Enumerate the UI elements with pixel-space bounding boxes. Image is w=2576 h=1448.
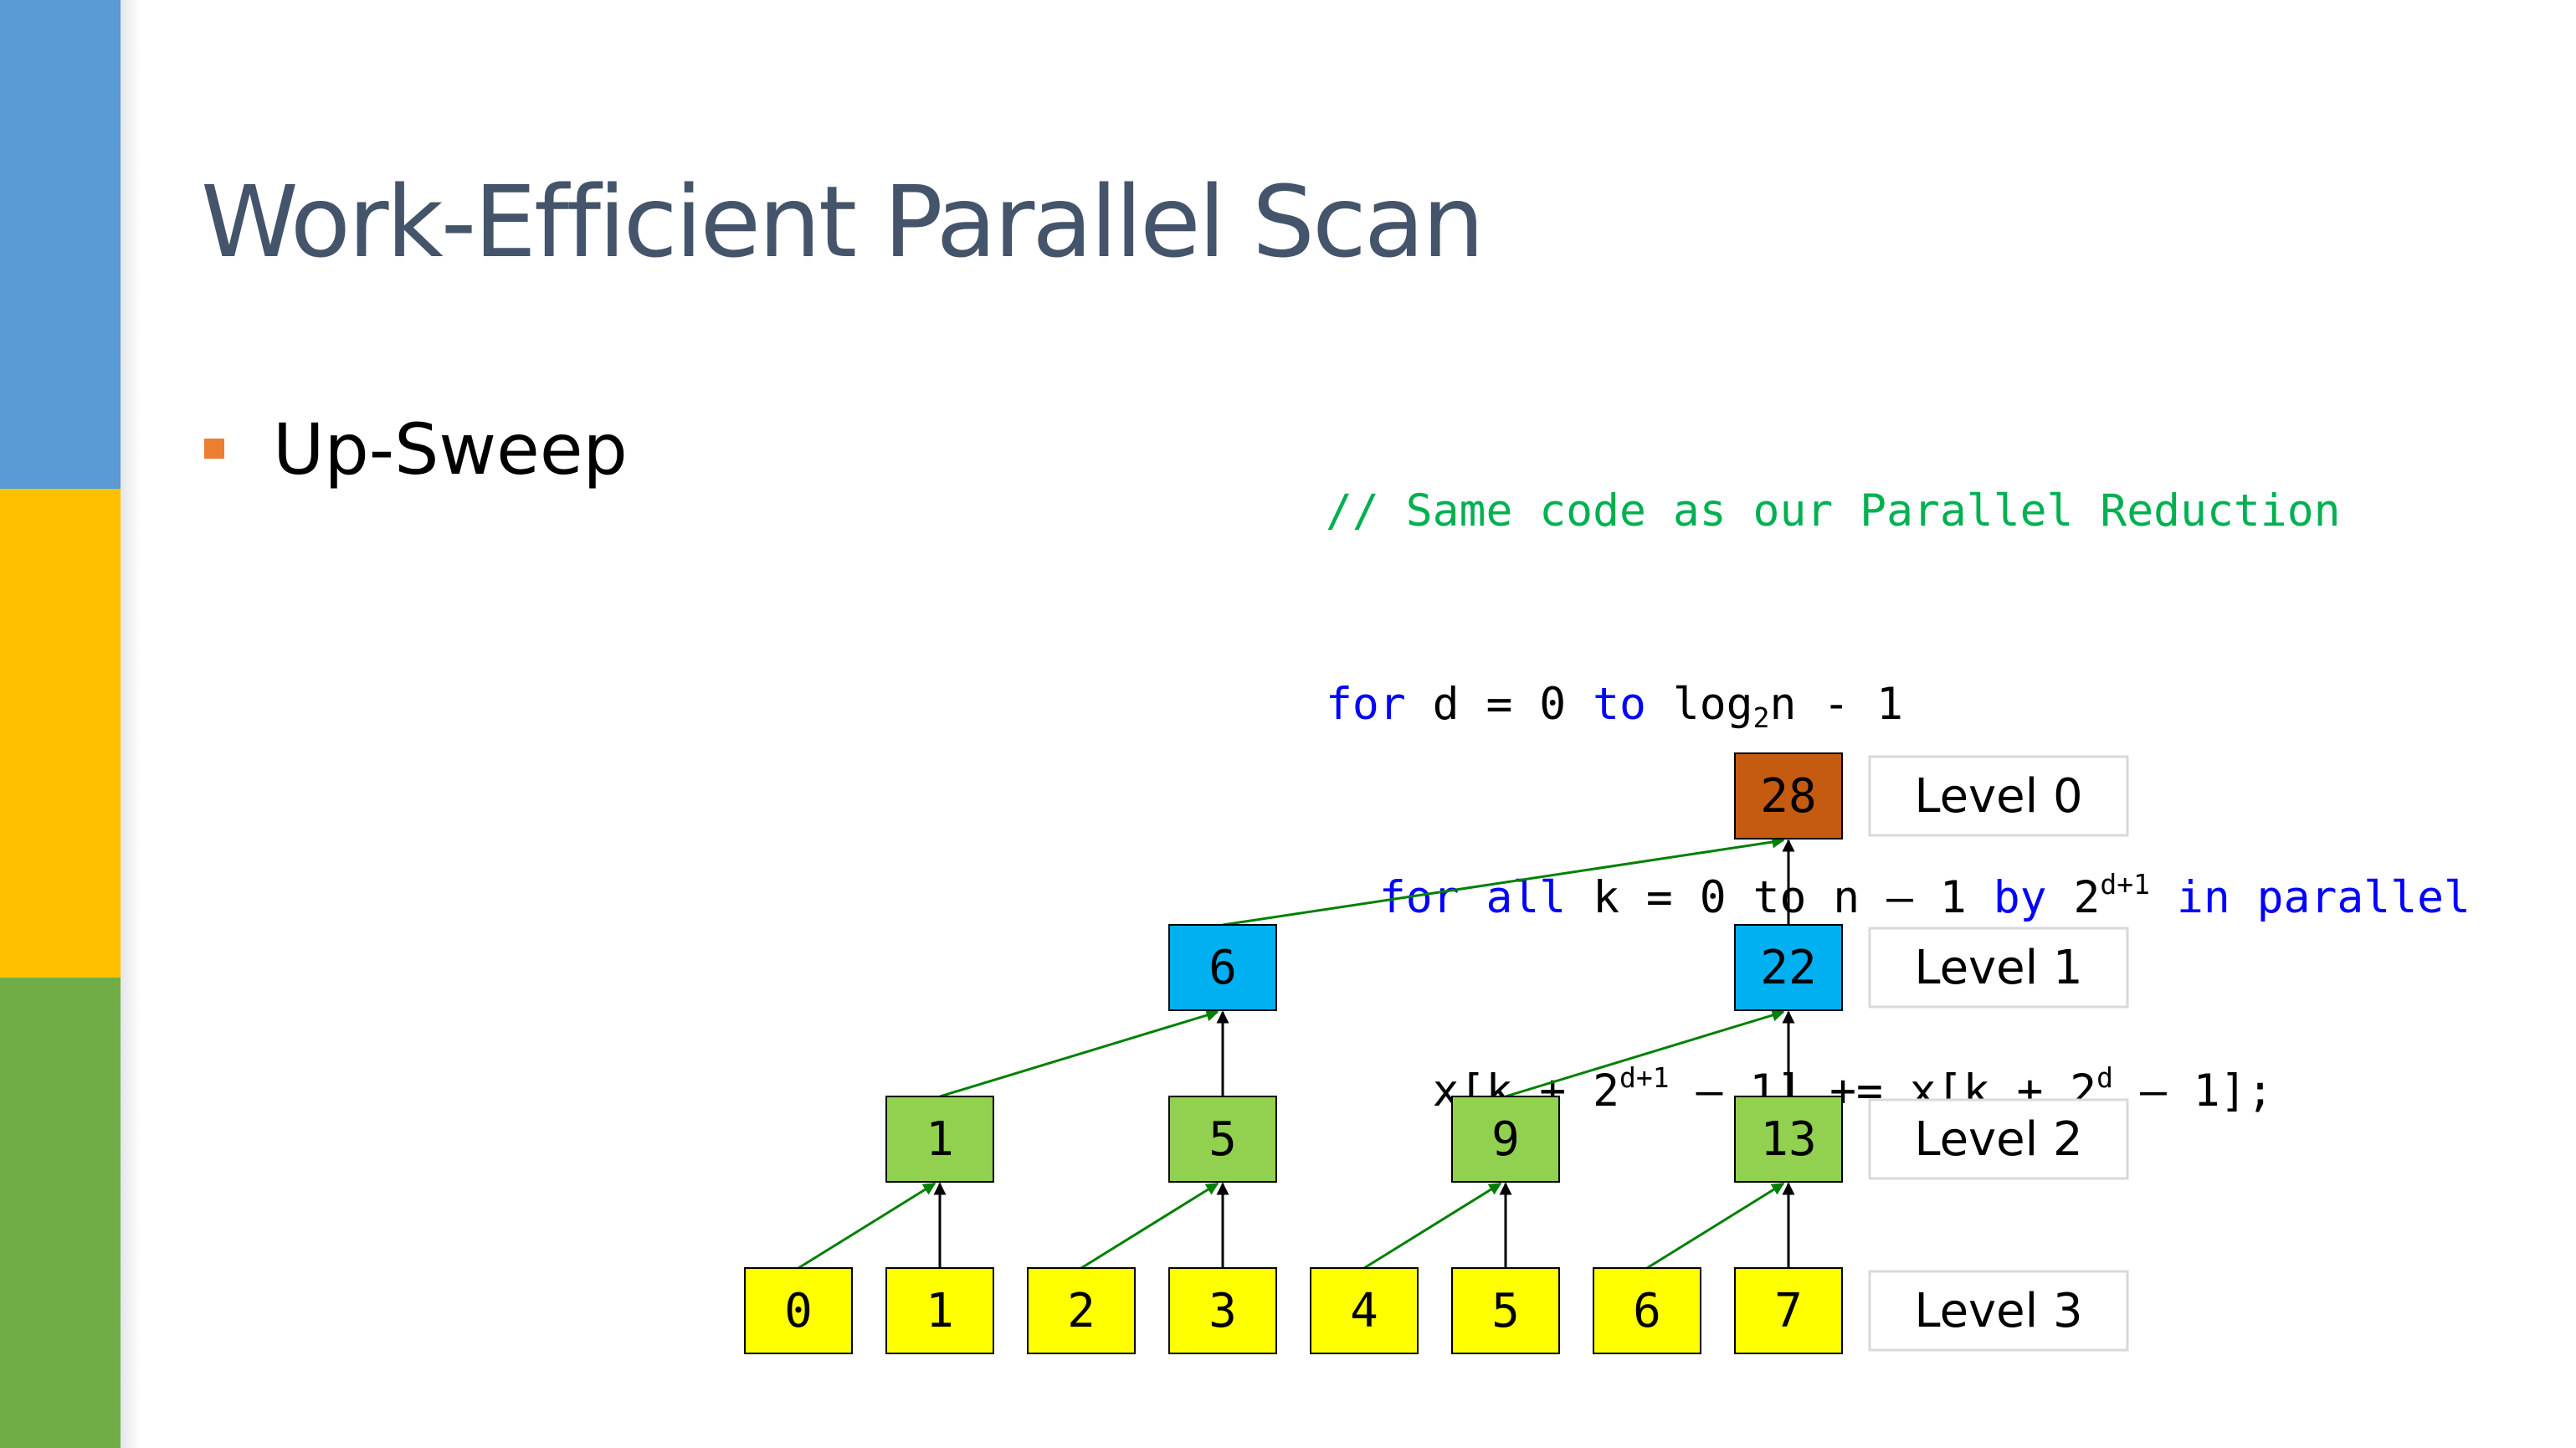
edge-add-arrow [1363,1182,1502,1270]
node-value: 5 [1491,1284,1520,1338]
level-label-text: Level 1 [1914,941,2082,995]
node-value: 4 [1350,1284,1378,1338]
level-label-text: Level 0 [1914,769,2082,824]
tree-node-level3: 0 [744,1267,853,1354]
tree-node-level2: 5 [1168,1096,1277,1183]
tree-node-level1: 22 [1734,924,1843,1011]
edge-add-arrow [1080,1182,1219,1270]
node-value: 7 [1774,1284,1803,1338]
node-value: 1 [926,1284,954,1338]
node-value: 3 [1208,1284,1237,1338]
edge-add-arrow [1646,1182,1785,1270]
tree-node-level3: 6 [1593,1267,1701,1354]
tree-node-level2: 9 [1451,1096,1560,1183]
level-label: Level 2 [1868,1098,2129,1180]
edge-add-arrow [798,1182,936,1270]
tree-node-level3: 7 [1734,1267,1843,1354]
level-label: Level 1 [1868,927,2129,1009]
edge-add-arrow [939,1009,1219,1098]
up-sweep-tree-diagram: 0 1 2 3 4 5 6 7 1 5 9 13 6 22 28 Level 0 Level 1 Level 2… [744,752,2129,1354]
node-value: 13 [1760,1112,1816,1167]
tree-edges [798,835,1795,1270]
tree-node-level3: 3 [1168,1267,1277,1354]
tree-node-level3: 5 [1451,1267,1560,1354]
tree-node-level0: 28 [1734,752,1843,840]
tree-node-level2: 1 [885,1096,994,1183]
tree-node-level2: 13 [1734,1096,1843,1183]
node-value: 22 [1760,941,1816,995]
tree-node-level3: 1 [885,1267,994,1354]
node-value: 6 [1208,941,1237,995]
level-label: Level 3 [1868,1270,2129,1352]
node-value: 0 [784,1284,813,1338]
tree-nodes: 0 1 2 3 4 5 6 7 1 5 9 13 6 22 28 [744,752,1843,1354]
level-label: Level 0 [1868,755,2129,837]
node-value: 6 [1633,1284,1661,1338]
level-label-text: Level 3 [1914,1284,2082,1338]
level-labels: Level 0 Level 1 Level 2 Level 3 [1868,755,2129,1352]
tree-node-level1: 6 [1168,924,1277,1011]
tree-node-level3: 2 [1027,1267,1136,1354]
level-label-text: Level 2 [1914,1112,2082,1167]
node-value: 1 [926,1112,954,1167]
edge-add-arrow [1222,835,1785,927]
node-value: 5 [1208,1112,1237,1167]
node-value: 2 [1067,1284,1096,1338]
tree-node-level3: 4 [1310,1267,1419,1354]
node-value: 9 [1491,1112,1520,1167]
edge-add-arrow [1505,1009,1785,1098]
node-value: 28 [1760,769,1816,824]
